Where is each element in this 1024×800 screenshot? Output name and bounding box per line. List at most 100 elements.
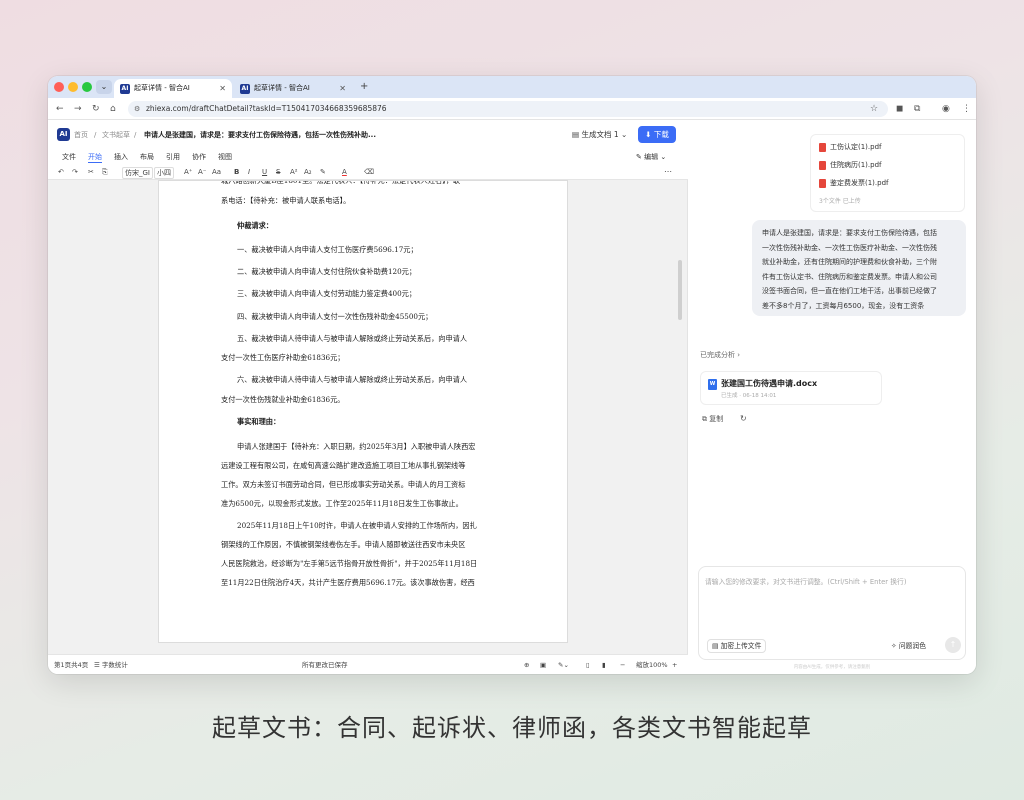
site-info-icon[interactable]: ⚙ bbox=[134, 101, 140, 117]
editor-scrollbar-thumb[interactable] bbox=[678, 260, 682, 320]
bold-icon[interactable]: B bbox=[234, 167, 239, 177]
generated-doc-card[interactable]: W 张建国工伤待遇申请.docx 已生成 · 06-18 14:01 bbox=[700, 371, 882, 405]
file-item[interactable]: 住院病历(1).pdf bbox=[819, 159, 882, 171]
generated-doc-meta: 已生成 · 06-18 14:01 bbox=[721, 393, 777, 399]
browser-menu-icon[interactable]: ⋮ bbox=[962, 102, 971, 116]
highlight-icon[interactable]: ✎ bbox=[320, 167, 326, 177]
url-input[interactable]: ⚙ zhiexa.com/draftChatDetail?taskId=T150… bbox=[128, 101, 888, 117]
file-name: 鉴定费发票(1).pdf bbox=[830, 179, 889, 187]
word-count-button[interactable]: ☰ 字数统计 bbox=[94, 660, 128, 670]
save-status: 所有更改已保存 bbox=[302, 661, 348, 669]
generated-doc-name: 张建国工伤待遇申请.docx bbox=[721, 379, 818, 388]
regenerate-icon[interactable]: ↻ bbox=[740, 414, 747, 424]
italic-icon[interactable]: I bbox=[248, 167, 250, 177]
language-icon[interactable]: ⊕ bbox=[524, 660, 529, 670]
increase-font-icon[interactable]: A⁺ bbox=[184, 167, 192, 177]
close-window-button[interactable] bbox=[54, 82, 64, 92]
copy-button[interactable]: ⧉ 复制 bbox=[702, 414, 723, 424]
menu-layout[interactable]: 布局 bbox=[140, 152, 154, 162]
file-item[interactable]: 鉴定费发票(1).pdf bbox=[819, 177, 889, 189]
menu-collaborate[interactable]: 协作 bbox=[192, 152, 206, 162]
reload-icon[interactable]: ↻ bbox=[92, 102, 100, 116]
superscript-icon[interactable]: A² bbox=[290, 167, 298, 177]
download-label: 下载 bbox=[653, 130, 669, 139]
strikethrough-icon[interactable]: S bbox=[276, 167, 280, 177]
home-icon[interactable]: ⌂ bbox=[110, 102, 116, 116]
decrease-font-icon[interactable]: A⁻ bbox=[198, 167, 206, 177]
upload-file-button[interactable]: ▤ 加密上传文件 bbox=[707, 639, 767, 653]
subscript-icon[interactable]: A₂ bbox=[304, 167, 312, 177]
forward-icon[interactable]: → bbox=[74, 102, 82, 116]
new-tab-icon[interactable]: + bbox=[360, 79, 368, 95]
ai-disclaimer: 内容由AI生成，仅供参考，请注意甄别 bbox=[793, 665, 871, 670]
extension-icon[interactable]: ◼ bbox=[896, 102, 903, 116]
doc-line: 六、裁决被申请人待申请人与被申请人解除或终止劳动关系后，向申请人 bbox=[237, 375, 468, 384]
menu-file[interactable]: 文件 bbox=[62, 152, 76, 162]
tab-search-icon[interactable]: ⌄ bbox=[96, 80, 112, 94]
breadcrumb-home[interactable]: 首页 bbox=[74, 129, 88, 141]
zoom-in-icon[interactable]: + bbox=[672, 660, 677, 670]
chat-panel: 工伤认定(1).pdf 住院病历(1).pdf 鉴定费发票(1).pdf 3个文… bbox=[688, 120, 976, 674]
reading-view-icon[interactable]: ▮ bbox=[602, 660, 606, 670]
back-icon[interactable]: ← bbox=[56, 102, 64, 116]
app-logo[interactable]: AI bbox=[57, 128, 70, 141]
font-family-select[interactable]: 仿宋_GI bbox=[122, 167, 153, 179]
redo-icon[interactable]: ↷ bbox=[72, 167, 78, 177]
address-bar: ← → ↻ ⌂ ⚙ zhiexa.com/draftChatDetail?tas… bbox=[48, 98, 976, 120]
download-button[interactable]: ⬇ 下载 bbox=[638, 126, 676, 143]
analysis-toggle[interactable]: 已完成分析 › bbox=[700, 350, 740, 360]
editor-scrollbar-track[interactable] bbox=[676, 184, 684, 644]
tab-close-icon[interactable]: ✕ bbox=[219, 79, 226, 98]
menu-home[interactable]: 开始 bbox=[88, 152, 102, 163]
font-color-icon[interactable]: A bbox=[342, 167, 347, 177]
font-size-select[interactable]: 小四 bbox=[154, 167, 174, 179]
analysis-label: 已完成分析 bbox=[700, 351, 735, 359]
doc-line: 一、裁决被申请人向申请人支付工伤医疗费5696.17元； bbox=[237, 245, 418, 254]
send-button[interactable]: ↑ bbox=[945, 637, 961, 653]
undo-icon[interactable]: ↶ bbox=[58, 167, 64, 177]
status-bar: 第1页共4页 ☰ 字数统计 所有更改已保存 ⊕ ▣ ✎⌄ ▯ ▮ − 缩放100… bbox=[48, 654, 688, 674]
format-painter-icon[interactable]: ⎘ bbox=[102, 167, 108, 177]
edit-mode-dropdown[interactable]: ✎ 编辑 ⌄ bbox=[636, 152, 666, 162]
chat-input-placeholder: 请输入您的修改要求，对文书进行调整。(Ctrl/Shift + Enter 换行… bbox=[705, 578, 907, 586]
change-case-icon[interactable]: Aa bbox=[212, 167, 221, 177]
polish-question-button[interactable]: ✧ 问题润色 bbox=[891, 639, 926, 653]
translate-icon[interactable]: ▣ bbox=[540, 660, 546, 670]
tab-bar: ⌄ AI 起草详情 - 智合AI ✕ AI 起草详情 - 智合AI ✕ + bbox=[48, 76, 976, 98]
page-indicator: 第1页共4页 bbox=[54, 661, 89, 669]
document-page[interactable]: 城六路创新大厦B座1801室。法定代表人：【待补充：法定代表人姓名】，联 系电话… bbox=[158, 180, 568, 643]
doc-line: 钢架线的工作原因，不慎被钢架线卷伤左手。申请人随即被送往西安市未央区 bbox=[221, 540, 466, 549]
underline-icon[interactable]: U bbox=[262, 167, 267, 177]
file-item[interactable]: 工伤认定(1).pdf bbox=[819, 141, 882, 153]
tab-close-icon[interactable]: ✕ bbox=[339, 79, 346, 98]
doc-line: 四、裁决被申请人向申请人支付一次性伤残补助金45500元； bbox=[237, 312, 433, 321]
track-changes-icon[interactable]: ✎⌄ bbox=[558, 660, 569, 670]
menu-view[interactable]: 视图 bbox=[218, 152, 232, 162]
minimize-window-button[interactable] bbox=[68, 82, 78, 92]
document-editor: AI 首页 / 文书起草 / 申请人是张建国，请求是：要求支付工伤保险待遇，包括… bbox=[48, 120, 688, 674]
extensions-puzzle-icon[interactable]: ⧉ bbox=[914, 102, 920, 116]
cut-icon[interactable]: ✂ bbox=[88, 167, 94, 177]
page-view-icon[interactable]: ▯ bbox=[586, 660, 590, 670]
generate-doc-dropdown[interactable]: ▤ 生成文档 1 ⌄ bbox=[572, 128, 627, 141]
zoom-out-icon[interactable]: − bbox=[620, 660, 625, 670]
tab-draft-detail-1[interactable]: AI 起草详情 - 智合AI ✕ bbox=[114, 79, 232, 98]
menu-reference[interactable]: 引用 bbox=[166, 152, 180, 162]
doc-line: 准为6500元，以现金形式发放。工作至2025年11月18日发生工伤事故止。 bbox=[221, 499, 463, 508]
clear-format-icon[interactable]: ⌫ bbox=[364, 167, 374, 177]
pencil-icon: ✎ bbox=[636, 153, 645, 161]
page-title: 申请人是张建国，请求是：要求支付工伤保险待遇，包括一次性伤残补助... bbox=[144, 131, 376, 139]
bookmark-star-icon[interactable]: ☆ bbox=[870, 102, 878, 116]
pdf-icon bbox=[819, 142, 826, 152]
chevron-down-icon: ⌄ bbox=[658, 153, 667, 161]
chat-input[interactable]: 请输入您的修改要求，对文书进行调整。(Ctrl/Shift + Enter 换行… bbox=[698, 566, 966, 660]
menu-insert[interactable]: 插入 bbox=[114, 152, 128, 162]
maximize-window-button[interactable] bbox=[82, 82, 92, 92]
app-header: AI 首页 / 文书起草 / 申请人是张建国，请求是：要求支付工伤保险待遇，包括… bbox=[48, 120, 688, 150]
breadcrumb-drafting[interactable]: 文书起草 bbox=[102, 129, 130, 141]
zoom-level: 缩放100% bbox=[636, 661, 668, 669]
tab-draft-detail-2[interactable]: AI 起草详情 - 智合AI ✕ bbox=[234, 79, 352, 98]
more-options-icon[interactable]: ⋯ bbox=[664, 167, 672, 177]
profile-avatar[interactable]: ◉ bbox=[942, 102, 950, 116]
breadcrumb-separator: / bbox=[94, 131, 97, 139]
